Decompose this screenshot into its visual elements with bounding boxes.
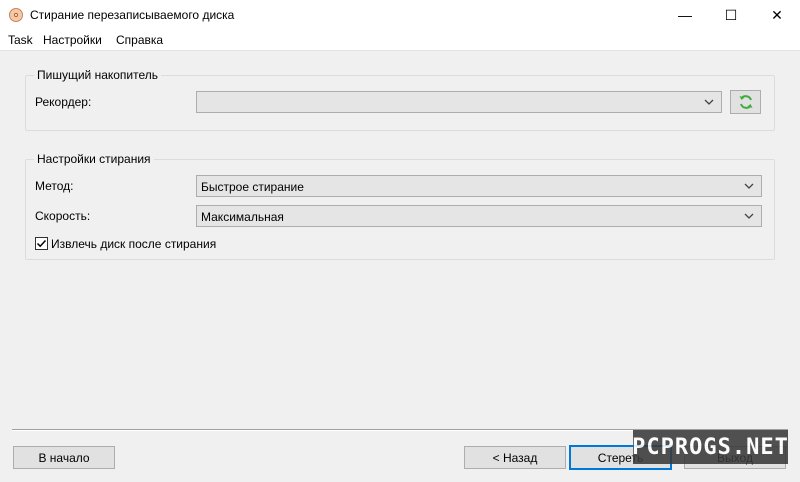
method-value: Быстрое стирание xyxy=(201,180,304,194)
back-button[interactable]: < Назад xyxy=(464,446,566,469)
client-area: Пишущий накопитель Рекордер: Настройки с… xyxy=(0,50,800,482)
chevron-down-icon xyxy=(744,213,754,219)
watermark: PCPROGS.NET xyxy=(632,430,788,464)
home-button[interactable]: В начало xyxy=(13,446,115,469)
recorder-select[interactable] xyxy=(196,91,722,113)
disc-icon xyxy=(9,8,23,22)
recorder-group-title: Пишущий накопитель xyxy=(34,68,162,82)
window-title: Стирание перезаписываемого диска xyxy=(30,8,235,22)
speed-select[interactable]: Максимальная xyxy=(196,205,762,227)
speed-label: Скорость: xyxy=(35,209,91,223)
speed-value: Максимальная xyxy=(201,210,284,224)
chevron-down-icon xyxy=(744,183,754,189)
menu-task[interactable]: Task xyxy=(8,33,33,47)
title-bar: Стирание перезаписываемого диска — ☐ ✕ xyxy=(0,0,800,30)
minimize-button[interactable]: — xyxy=(662,0,708,30)
checkmark-icon xyxy=(36,239,47,248)
method-select[interactable]: Быстрое стирание xyxy=(196,175,762,197)
close-button[interactable]: ✕ xyxy=(754,0,800,30)
method-label: Метод: xyxy=(35,179,74,193)
eject-label[interactable]: Извлечь диск после стирания xyxy=(51,237,216,251)
menu-settings[interactable]: Настройки xyxy=(43,33,102,47)
recorder-label: Рекордер: xyxy=(35,95,92,109)
menu-help[interactable]: Справка xyxy=(116,33,163,47)
refresh-icon xyxy=(739,95,752,109)
maximize-button[interactable]: ☐ xyxy=(708,0,754,30)
chevron-down-icon xyxy=(704,99,714,105)
menu-bar: Task Настройки Справка xyxy=(0,30,800,50)
refresh-button[interactable] xyxy=(730,90,761,114)
erase-group-title: Настройки стирания xyxy=(34,152,154,166)
eject-checkbox[interactable] xyxy=(35,237,48,250)
